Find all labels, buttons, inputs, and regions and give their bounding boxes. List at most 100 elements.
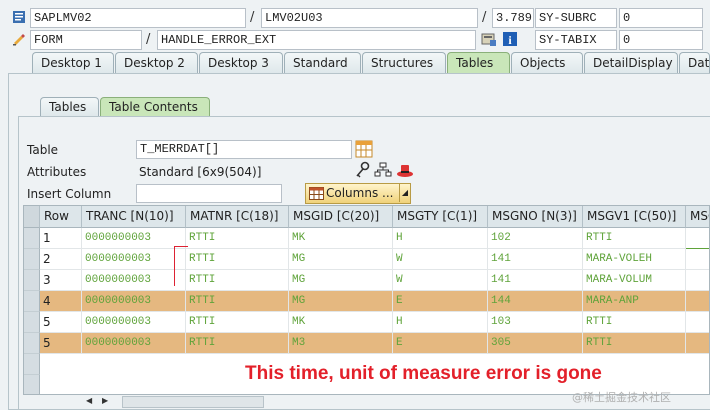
cell-matnr[interactable]: RTTI	[186, 312, 289, 333]
columns-button[interactable]: Columns ... ◢	[305, 183, 411, 204]
cell-msg[interactable]	[686, 270, 709, 291]
key-icon[interactable]	[354, 161, 370, 179]
cell-msgid[interactable]: M3	[289, 333, 393, 354]
column-header-msgty[interactable]: MSGTY [C(1)]	[393, 206, 488, 228]
cell-msgno[interactable]: 141	[488, 270, 583, 291]
cell-msgty[interactable]: H	[393, 228, 488, 249]
cell-msgty[interactable]: W	[393, 249, 488, 270]
cell-msgid[interactable]: MG	[289, 270, 393, 291]
scroll-left-icon[interactable]: ◀	[86, 396, 92, 405]
cell-msg[interactable]	[686, 249, 709, 270]
scroll-right-icon[interactable]: ▶	[102, 396, 108, 405]
cell-tranc[interactable]: 0000000003	[82, 270, 186, 291]
cell-msgty[interactable]: H	[393, 312, 488, 333]
network-icon[interactable]	[374, 162, 392, 178]
cell-row[interactable]: 3	[40, 270, 82, 291]
cell-msgty[interactable]: E	[393, 333, 488, 354]
event-type-field[interactable]: FORM	[30, 30, 142, 50]
cell-msgid[interactable]: MG	[289, 291, 393, 312]
row-selector[interactable]	[24, 249, 40, 270]
cell-matnr[interactable]: RTTI	[186, 228, 289, 249]
dropdown-arrow-icon: ◢	[398, 184, 408, 202]
row-selector[interactable]	[24, 333, 40, 354]
column-header-row[interactable]: Row	[40, 206, 82, 228]
sy-tabix-field[interactable]: SY-TABIX	[535, 30, 617, 50]
cell-msg[interactable]	[686, 291, 709, 312]
cell-msgv1[interactable]: RTTI	[583, 228, 686, 249]
cell-matnr[interactable]: RTTI	[186, 333, 289, 354]
cell-msg[interactable]	[686, 333, 709, 354]
cell-row[interactable]: 4	[40, 291, 82, 312]
column-header-tranc[interactable]: TRANC [N(10)]	[82, 206, 186, 228]
cell-msg[interactable]	[686, 312, 709, 333]
cell-matnr[interactable]: RTTI	[186, 291, 289, 312]
row-selector[interactable]	[24, 228, 40, 249]
cell-msg[interactable]	[686, 228, 709, 249]
cell-msgv1[interactable]: MARA-VOLEH	[583, 249, 686, 270]
display-icon[interactable]	[481, 31, 497, 47]
row-selector[interactable]	[24, 312, 40, 333]
info-icon[interactable]: i	[502, 31, 518, 47]
cell-msgty[interactable]: W	[393, 270, 488, 291]
tab-detaildisplay[interactable]: DetailDisplay	[584, 52, 678, 74]
line-number-field[interactable]: 3.789	[492, 8, 534, 28]
cell-msgid[interactable]: MK	[289, 312, 393, 333]
subtab-tables[interactable]: Tables	[40, 97, 99, 117]
tab-structures[interactable]: Structures	[362, 52, 446, 74]
cell-msgv1[interactable]: RTTI	[583, 312, 686, 333]
cell-row[interactable]: 1	[40, 228, 82, 249]
include-field[interactable]: LMV02U03	[261, 8, 478, 28]
row-selector[interactable]	[24, 354, 40, 375]
cell-row[interactable]: 5	[40, 312, 82, 333]
cell-msgv1[interactable]: RTTI	[583, 333, 686, 354]
scroll-thumb[interactable]	[122, 396, 264, 408]
table-view-icon[interactable]	[355, 140, 373, 158]
cell-row[interactable]: 5	[40, 333, 82, 354]
cell-msgid[interactable]: MK	[289, 228, 393, 249]
tab-desktop-3[interactable]: Desktop 3	[199, 52, 283, 74]
column-header-msgno[interactable]: MSGNO [N(3)]	[488, 206, 583, 228]
event-name-field[interactable]: HANDLE_ERROR_EXT	[157, 30, 476, 50]
cell-msgv1[interactable]: MARA-VOLUM	[583, 270, 686, 291]
separator: /	[250, 10, 255, 25]
cell-msgno[interactable]: 102	[488, 228, 583, 249]
tab-standard[interactable]: Standard	[284, 52, 361, 74]
cell-msgid[interactable]: MG	[289, 249, 393, 270]
cell-msgno[interactable]: 141	[488, 249, 583, 270]
cell-tranc[interactable]: 0000000003	[82, 312, 186, 333]
cell-matnr[interactable]: RTTI	[186, 249, 289, 270]
cell-msgno[interactable]: 103	[488, 312, 583, 333]
cell-msgno[interactable]: 144	[488, 291, 583, 312]
row-selector[interactable]	[24, 375, 40, 394]
column-header-msgv1[interactable]: MSGV1 [C(50)]	[583, 206, 686, 228]
hat-icon[interactable]	[396, 162, 414, 178]
sy-subrc-value[interactable]: 0	[619, 8, 703, 28]
cell-tranc[interactable]: 0000000003	[82, 228, 186, 249]
cell-msgno[interactable]: 305	[488, 333, 583, 354]
program-field[interactable]: SAPLMV02	[30, 8, 246, 28]
tab-desktop-2[interactable]: Desktop 2	[115, 52, 198, 74]
sy-subrc-field[interactable]: SY-SUBRC	[535, 8, 617, 28]
column-header-matnr[interactable]: MATNR [C(18)]	[186, 206, 289, 228]
sy-tabix-value[interactable]: 0	[619, 30, 703, 50]
column-header-msgid[interactable]: MSGID [C(20)]	[289, 206, 393, 228]
column-header-msg[interactable]: MSG	[686, 206, 709, 228]
row-selector[interactable]	[24, 291, 40, 312]
tab-data[interactable]: Data	[679, 52, 710, 74]
cell-msgty[interactable]: E	[393, 291, 488, 312]
table-name-input[interactable]: T_MERRDAT[]	[136, 140, 352, 159]
cell-tranc[interactable]: 0000000003	[82, 249, 186, 270]
grid-header-corner	[24, 206, 40, 228]
cell-tranc[interactable]: 0000000003	[82, 291, 186, 312]
tab-tables[interactable]: Tables	[447, 52, 510, 74]
row-selector[interactable]	[24, 270, 40, 291]
subtab-table-contents[interactable]: Table Contents	[100, 97, 210, 117]
tab-objects[interactable]: Objects	[511, 52, 583, 74]
cell-matnr[interactable]: RTTI	[186, 270, 289, 291]
insert-column-input[interactable]	[136, 184, 282, 203]
cell-msgv1[interactable]: MARA-ANP	[583, 291, 686, 312]
cell-tranc[interactable]: 0000000003	[82, 333, 186, 354]
tab-desktop-1[interactable]: Desktop 1	[32, 52, 114, 74]
cell-row[interactable]: 2	[40, 249, 82, 270]
horizontal-scrollbar[interactable]: ◀ ▶	[86, 396, 266, 408]
